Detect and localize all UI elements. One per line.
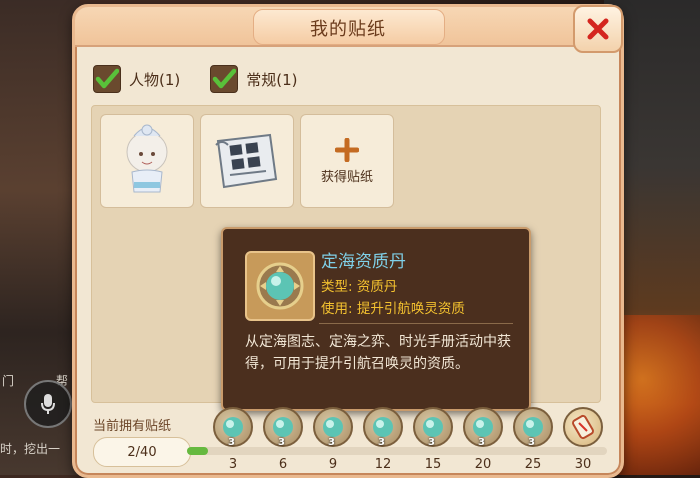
item-tooltip: 定海资质丹 类型: 资质丹 使用: 提升引航唤灵资质 从定海图志、定海之弈、时光… xyxy=(221,227,531,411)
item-type: 类型: 资质丹 xyxy=(321,279,398,295)
owned-count: 2/40 xyxy=(93,437,191,467)
milestone-reward[interactable]: 30 xyxy=(563,407,603,472)
sticker-slot-character[interactable] xyxy=(100,114,194,208)
milestone-value: 30 xyxy=(574,457,592,472)
milestone-reward[interactable]: 3 25 xyxy=(513,407,553,472)
pearl-orb-icon xyxy=(256,262,304,310)
milestone-reward[interactable]: 3 20 xyxy=(463,407,503,472)
get-sticker-button[interactable]: 获得贴纸 xyxy=(300,114,394,208)
scroll-reward-icon xyxy=(563,407,603,447)
owned-stickers-label: 当前拥有贴纸 xyxy=(93,419,172,434)
pearl-orb-icon: 3 xyxy=(363,407,403,448)
milestone-reward[interactable]: 3 12 xyxy=(363,407,403,472)
milestone-value: 25 xyxy=(524,457,542,472)
pearl-orb-icon: 3 xyxy=(463,407,503,448)
milestone-value: 20 xyxy=(474,457,492,472)
close-button[interactable] xyxy=(573,5,623,53)
character-checkbox[interactable] xyxy=(93,65,121,93)
item-icon-frame xyxy=(245,251,315,321)
plus-icon xyxy=(335,137,359,162)
get-sticker-label: 获得贴纸 xyxy=(320,169,373,185)
milestone-value: 12 xyxy=(374,457,392,472)
milestone-reward[interactable]: 33 xyxy=(213,407,253,472)
reward-count: 3 xyxy=(478,437,485,448)
sticker-panel: 我的贴纸 人物(1) 常规(1) 获得贴纸 定海资质丹 类型: 资质丹 使用: … xyxy=(72,4,624,478)
close-icon xyxy=(587,18,609,40)
item-name: 定海资质丹 xyxy=(321,252,406,272)
reward-count: 3 xyxy=(528,437,535,448)
milestone-value: 15 xyxy=(424,457,442,472)
filter-label: 常规(1) xyxy=(246,70,298,89)
general-checkbox[interactable] xyxy=(210,65,239,93)
pearl-orb-icon: 3 xyxy=(313,407,353,448)
sticker-slot-newspaper[interactable] xyxy=(200,114,294,208)
milestone-reward[interactable]: 36 xyxy=(263,407,303,472)
milestone-reward[interactable]: 3 15 xyxy=(413,407,453,472)
reward-count: 3 xyxy=(278,437,285,448)
checkmark-icon xyxy=(95,68,119,89)
panel-title: 我的贴纸 xyxy=(310,19,386,40)
item-description: 从定海图志、定海之弈、时光手册活动中获得，可用于提升引航召唤灵的资质。 xyxy=(245,334,511,372)
title-bar: 我的贴纸 xyxy=(75,7,621,47)
milestone-reward[interactable]: 39 xyxy=(313,407,353,472)
filter-row: 人物(1) 常规(1) xyxy=(93,65,298,93)
milestone-value: 6 xyxy=(278,457,288,472)
reward-count: 3 xyxy=(328,437,335,448)
filter-character[interactable]: 人物(1) xyxy=(93,65,180,93)
microphone-icon xyxy=(41,394,55,414)
pearl-orb-icon: 3 xyxy=(413,407,453,448)
character-sticker-icon xyxy=(126,124,168,193)
background-text: 时，挖出一 xyxy=(0,442,61,456)
newspaper-sticker-icon xyxy=(215,133,278,189)
milestone-value: 3 xyxy=(228,457,238,472)
reward-count: 3 xyxy=(378,437,385,448)
filter-label: 人物(1) xyxy=(129,70,181,89)
tooltip-divider xyxy=(319,323,513,324)
checkmark-icon xyxy=(213,68,237,89)
progress-fill xyxy=(187,447,208,455)
pearl-orb-icon: 3 xyxy=(513,407,553,448)
microphone-button[interactable] xyxy=(24,380,72,428)
background-text: 门 xyxy=(2,374,15,388)
reward-count: 3 xyxy=(428,437,435,448)
filter-general[interactable]: 常规(1) xyxy=(210,65,298,93)
reward-count: 3 xyxy=(228,437,235,448)
item-use: 使用: 提升引航唤灵资质 xyxy=(321,301,465,317)
pearl-orb-icon: 3 xyxy=(263,407,303,448)
milestone-value: 9 xyxy=(328,457,338,472)
pearl-orb-icon: 3 xyxy=(213,407,253,448)
